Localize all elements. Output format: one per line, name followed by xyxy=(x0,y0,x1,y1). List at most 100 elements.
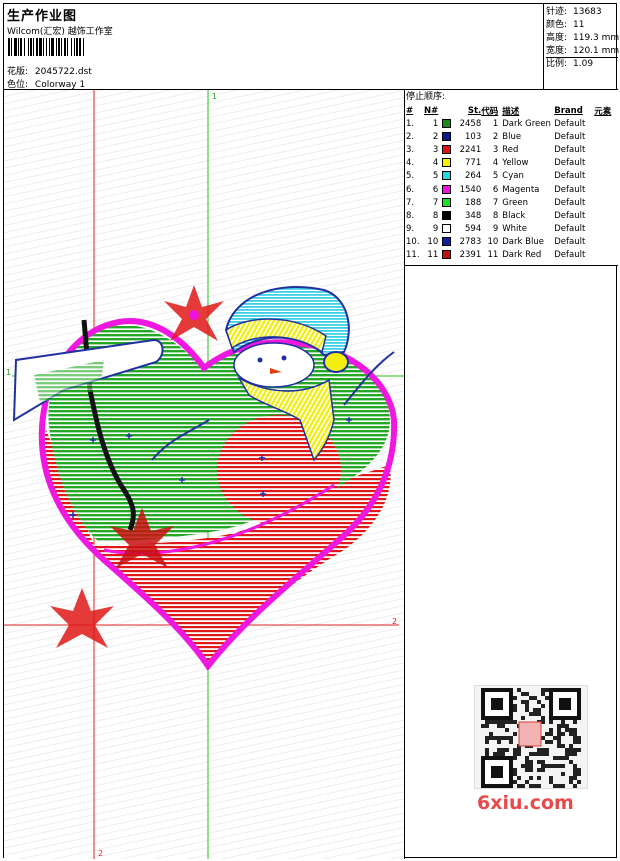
row-brand: Default xyxy=(554,224,586,235)
row-element xyxy=(594,249,616,262)
row-element xyxy=(594,183,616,196)
row-code: 5 xyxy=(492,171,499,182)
row-code: 8 xyxy=(492,210,499,221)
col-header-brand: Brand xyxy=(554,105,583,116)
table-row: 11. 11 2391 11 Dark Red Default xyxy=(406,249,616,262)
row-needle: 4 xyxy=(432,158,439,169)
row-index: 6. xyxy=(406,184,415,195)
row-index: 10. xyxy=(406,237,420,248)
row-stitches: 188 xyxy=(465,197,482,208)
embroidery-preview: 1 1 2 2 xyxy=(4,90,404,859)
row-swatch xyxy=(442,117,454,130)
row-swatch xyxy=(442,196,454,209)
row-swatch xyxy=(442,223,454,236)
guide-label-left: 1 xyxy=(6,368,11,377)
thread-color-rows: 1. 1 2458 1 Dark Green Default 2. 2 103 2 Blue Defa… xyxy=(406,117,616,262)
row-code: 2 xyxy=(492,131,499,142)
color-swatch xyxy=(442,197,452,207)
row-code: 9 xyxy=(492,224,499,235)
row-element xyxy=(594,223,616,236)
stat-height: 高度: 119.3 mm xyxy=(546,33,620,43)
row-needle: 11 xyxy=(427,250,439,261)
row-code: 10 xyxy=(487,237,499,248)
watermark-logo: 6xiu.com xyxy=(477,792,574,814)
row-swatch xyxy=(442,209,454,222)
row-brand: Default xyxy=(554,184,586,195)
row-description: Magenta xyxy=(502,184,540,195)
row-code: 4 xyxy=(492,158,499,169)
qr-code xyxy=(474,685,588,789)
row-code: 1 xyxy=(492,118,499,129)
row-needle: 3 xyxy=(432,144,439,155)
row-swatch xyxy=(442,249,454,262)
row-element xyxy=(594,143,616,156)
row-index: 1. xyxy=(406,118,415,129)
row-needle: 10 xyxy=(427,237,439,248)
table-row: 8. 8 348 8 Black Default xyxy=(406,209,616,222)
row-element xyxy=(594,170,616,183)
row-stitches: 348 xyxy=(465,210,482,221)
row-code: 7 xyxy=(492,197,499,208)
row-index: 3. xyxy=(406,144,415,155)
row-element xyxy=(594,196,616,209)
row-index: 8. xyxy=(406,210,415,221)
row-stitches: 771 xyxy=(465,158,482,169)
row-brand: Default xyxy=(554,118,586,129)
stop-sequence-panel: 停止顺序: # N# St. 代码 描述 Brand 元素 1. 1 2458 1 Da… xyxy=(405,90,618,266)
row-description: Dark Red xyxy=(502,250,542,261)
row-description: Dark Green xyxy=(502,118,551,129)
row-brand: Default xyxy=(554,250,586,261)
row-needle: 6 xyxy=(432,184,439,195)
colorway-value: Colorway 1 xyxy=(34,80,86,90)
row-description: Dark Blue xyxy=(502,237,544,248)
row-index: 11. xyxy=(406,250,420,261)
stat-width: 宽度: 120.1 mm xyxy=(546,46,620,58)
color-swatch xyxy=(442,131,452,141)
col-header-swatch xyxy=(442,104,454,117)
colorway-label: 色位: xyxy=(7,80,29,90)
design-label: 花版: xyxy=(7,67,29,77)
color-swatch xyxy=(442,118,452,128)
table-row: 6. 6 1540 6 Magenta Default xyxy=(406,183,616,196)
row-stitches: 2391 xyxy=(459,250,482,261)
row-element xyxy=(594,209,616,222)
table-row: 3. 3 2241 3 Red Default xyxy=(406,143,616,156)
color-swatch xyxy=(442,184,452,194)
row-needle: 1 xyxy=(432,118,439,129)
guide-label-top: 1 xyxy=(212,92,217,101)
row-description: Yellow xyxy=(502,158,529,169)
row-index: 2. xyxy=(406,131,415,142)
row-brand: Default xyxy=(554,210,586,221)
stat-scale: 比例: 1.09 xyxy=(546,59,594,69)
guide-label-bottom: 2 xyxy=(98,849,103,858)
row-stitches: 2783 xyxy=(459,237,482,248)
qr-code-graphic xyxy=(481,688,581,788)
design-name-row: 花版: 2045722.dst xyxy=(7,64,92,77)
row-description: White xyxy=(502,224,527,235)
table-row: 9. 9 594 9 White Default xyxy=(406,223,616,236)
poinsettia-bottom xyxy=(50,588,114,648)
snowman-eye-left xyxy=(257,357,263,363)
row-brand: Default xyxy=(554,144,586,155)
row-brand: Default xyxy=(554,171,586,182)
row-index: 7. xyxy=(406,197,415,208)
color-swatch xyxy=(442,171,452,181)
row-stitches: 594 xyxy=(465,224,482,235)
row-element xyxy=(594,157,616,170)
row-stitches: 264 xyxy=(465,171,482,182)
row-needle: 2 xyxy=(432,131,439,142)
row-element xyxy=(594,117,616,130)
table-header-row: # N# St. 代码 描述 Brand 元素 xyxy=(406,104,616,117)
col-header-element: 元素 xyxy=(594,106,612,117)
row-stitches: 1540 xyxy=(459,184,482,195)
table-row: 7. 7 188 7 Green Default xyxy=(406,196,616,209)
row-swatch xyxy=(442,143,454,156)
row-brand: Default xyxy=(554,237,586,248)
col-header-index: # xyxy=(406,105,414,116)
table-row: 2. 2 103 2 Blue Default xyxy=(406,130,616,143)
row-index: 5. xyxy=(406,171,415,182)
design-stats: 针迹: 13683 颜色: 11 高度: 119.3 mm 宽度: 120.1 mm 比… xyxy=(543,4,620,90)
table-row: 5. 5 264 5 Cyan Default xyxy=(406,170,616,183)
guide-label-right: 2 xyxy=(392,617,397,626)
row-needle: 5 xyxy=(432,171,439,182)
